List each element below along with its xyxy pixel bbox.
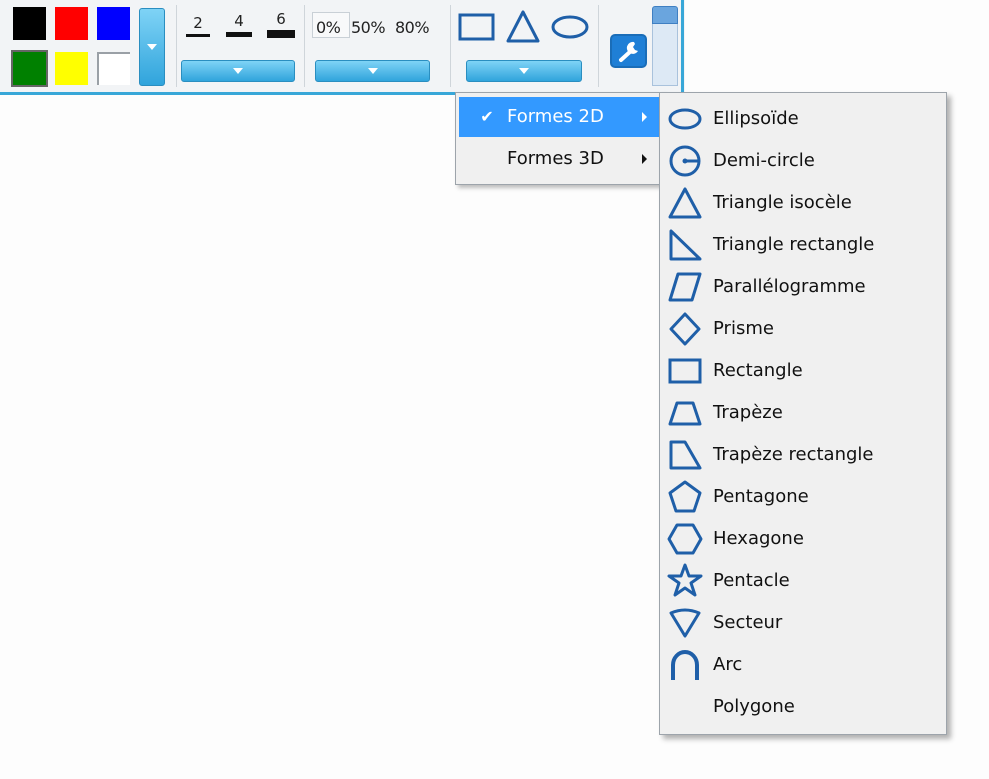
menu-item-label: Formes 2D [507,106,604,127]
separator [598,5,599,87]
opacity-option-50[interactable]: 50% [351,18,386,37]
rectangle-icon[interactable] [458,12,496,42]
menu-item-triangle-isocele[interactable]: Triangle isocèle [661,182,945,224]
thickness-bar [226,32,252,37]
menu-item-ellipsoide[interactable]: Ellipsoïde [661,98,945,140]
hexagon-icon [667,523,703,555]
sector-icon [669,608,701,638]
rectangle-icon [668,358,702,384]
color-swatch-yellow[interactable] [55,52,88,85]
thickness-bar [186,34,210,37]
chevron-down-icon [233,68,243,74]
checkmark-icon: ✔ [480,107,494,126]
chevron-down-icon [367,68,378,74]
color-swatch-black[interactable] [13,7,46,40]
menu-item-trapeze[interactable]: Trapèze [661,392,945,434]
color-swatch-white[interactable] [97,52,130,85]
menu-item-polygone[interactable]: Polygone [661,686,945,728]
submenu-arrow-icon [642,154,647,164]
settings-tool-button[interactable] [610,34,647,68]
shapes-2d-submenu: Ellipsoïde Demi-circle Triangle isocèle … [659,92,947,735]
toolbar-border [681,0,684,95]
shapes-dropdown-button[interactable] [466,60,582,82]
star-icon [667,563,703,597]
color-swatch-green[interactable] [11,50,48,87]
submenu-arrow-icon [642,112,647,122]
separator [176,5,177,87]
menu-item-hexagone[interactable]: Hexagone [661,518,945,560]
opacity-option-80[interactable]: 80% [395,18,430,37]
half-circle-icon [669,145,701,177]
menu-item-arc[interactable]: Arc [661,644,945,686]
more-colors-button[interactable] [139,8,165,86]
parallelogram-icon [668,272,702,302]
menu-item-secteur[interactable]: Secteur [661,602,945,644]
diamond-icon [669,312,701,346]
menu-item-rectangle[interactable]: Rectangle [661,350,945,392]
thickness-bar [267,30,295,38]
thickness-option-4[interactable]: 4 [224,12,254,37]
chevron-down-icon [519,68,529,74]
thickness-dropdown-button[interactable] [181,60,295,82]
menu-item-trapeze-rectangle[interactable]: Trapèze rectangle [661,434,945,476]
trapezoid-icon [668,401,702,426]
menu-item-demi-circle[interactable]: Demi-circle [661,140,945,182]
right-trapezoid-icon [669,440,702,470]
shapes-menu: ✔ Formes 2D Formes 3D [455,92,663,185]
menu-item-label: Formes 3D [507,148,604,169]
menu-item-triangle-rectangle[interactable]: Triangle rectangle [661,224,945,266]
color-swatch-blue[interactable] [97,7,130,40]
separator [304,5,305,87]
isosceles-triangle-icon [668,187,702,219]
pentagon-icon [668,480,702,513]
color-swatch-red[interactable] [55,7,88,40]
toolbar: 2 4 6 0% 50% 80% [0,0,685,95]
chevron-down-icon [147,44,157,50]
triangle-icon[interactable] [505,8,541,44]
wrench-icon [619,41,638,62]
menu-item-prisme[interactable]: Prisme [661,308,945,350]
side-panel-tab[interactable] [652,20,678,86]
folder-tab-icon[interactable] [652,6,678,24]
separator [450,5,451,87]
menu-item-pentacle[interactable]: Pentacle [661,560,945,602]
thickness-option-2[interactable]: 2 [184,14,212,37]
ellipse-icon [668,108,702,130]
menu-item-parallelogramme[interactable]: Parallélogramme [661,266,945,308]
menu-item-formes-2d[interactable]: ✔ Formes 2D [459,97,661,137]
thickness-option-6[interactable]: 6 [265,10,297,38]
menu-item-pentagone[interactable]: Pentagone [661,476,945,518]
arc-icon [671,650,699,680]
opacity-option-0[interactable]: 0% [316,18,341,37]
right-triangle-icon [669,229,702,261]
ellipse-icon[interactable] [550,14,590,40]
menu-item-formes-3d[interactable]: Formes 3D [459,139,661,179]
opacity-dropdown-button[interactable] [315,60,430,82]
